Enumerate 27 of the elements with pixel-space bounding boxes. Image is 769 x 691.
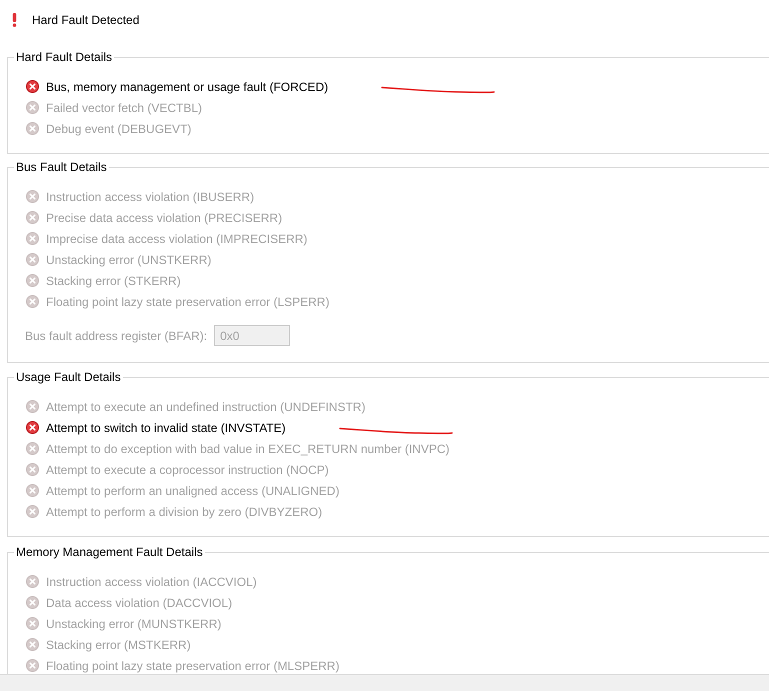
fault-label: Bus, memory management or usage fault (FORCED) xyxy=(46,80,328,94)
fault-label: Attempt to perform a division by zero (DIVBYZERO) xyxy=(46,504,322,518)
group-title: Bus Fault Details xyxy=(15,159,108,175)
fault-label: Data access violation (DACCVIOL) xyxy=(46,596,232,610)
fault-label: Stacking error (STKERR) xyxy=(46,274,181,288)
fault-label: Attempt to execute a coprocessor instruction (NOCP) xyxy=(46,462,329,476)
fault-label: Unstacking error (MUNSTKERR) xyxy=(46,616,222,630)
dialog-title: Hard Fault Detected xyxy=(32,12,140,28)
group-title: Memory Management Fault Details xyxy=(15,544,204,560)
fault-label: Attempt to execute an undefined instruction (UNDEFINSTR) xyxy=(46,400,366,414)
fault-label: Instruction access violation (IACCVIOL) xyxy=(46,574,257,588)
field-label: Bus fault address register (BFAR): xyxy=(25,328,208,342)
exclamation-icon xyxy=(12,13,17,27)
fault-label: Unstacking error (UNSTKERR) xyxy=(46,252,212,266)
fault-label: Instruction access violation (IBUSERR) xyxy=(46,190,254,204)
group-title: Usage Fault Details xyxy=(15,369,122,385)
fault-label: Precise data access violation (PRECISERR) xyxy=(46,210,282,224)
fault-label: Attempt to switch to invalid state (INVSTATE) xyxy=(46,420,286,434)
fault-label: Attempt to do exception with bad value in EXEC_RETURN number (INVPC) xyxy=(46,442,450,456)
fault-label: Debug event (DEBUGEVT) xyxy=(46,122,192,136)
group-title: Hard Fault Details xyxy=(15,49,114,65)
fault-label: Failed vector fetch (VECTBL) xyxy=(46,100,202,114)
fault-label: Floating point lazy state preservation error (LSPERR) xyxy=(46,294,330,308)
fault-label: Imprecise data access violation (IMPRECISERR) xyxy=(46,232,308,246)
fault-label: Attempt to perform an unaligned access (UNALIGNED) xyxy=(46,484,340,498)
fault-label: Stacking error (MSTKERR) xyxy=(46,638,191,652)
fault-label: Floating point lazy state preservation error (MLSPERR) xyxy=(46,658,340,672)
